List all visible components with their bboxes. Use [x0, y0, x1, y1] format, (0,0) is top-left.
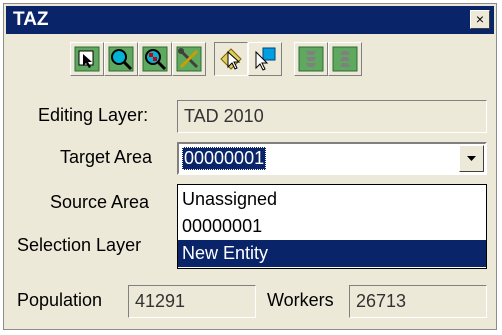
- population-field: 41291: [128, 285, 256, 318]
- stack-up-button[interactable]: [294, 42, 328, 76]
- pointer-select-button[interactable]: [214, 42, 248, 76]
- close-button[interactable]: ×: [470, 10, 490, 29]
- arrow-select-button[interactable]: [248, 42, 282, 76]
- editing-layer-field: TAD 2010: [177, 100, 487, 133]
- chevron-down-icon: [467, 156, 476, 161]
- close-icon: ×: [475, 11, 485, 27]
- selection-layer-label: Selection Layer: [17, 235, 142, 255]
- dropdown-option-00000001[interactable]: 00000001: [178, 213, 486, 240]
- title-bar[interactable]: TAZ ×: [6, 6, 494, 34]
- zoom-layer-button[interactable]: [138, 42, 172, 76]
- population-label: Population: [17, 290, 103, 310]
- window-title: TAZ: [13, 9, 49, 30]
- workers-field: 26713: [349, 285, 487, 318]
- toolbar: [4, 42, 496, 78]
- select-feature-icon: [74, 46, 100, 72]
- zoom-in-icon: [108, 46, 134, 72]
- select-feature-button[interactable]: [70, 42, 104, 76]
- dropdown-option-new-entity[interactable]: New Entity: [178, 240, 486, 267]
- stack-up-icon: [298, 46, 324, 72]
- zoom-in-button[interactable]: [104, 42, 138, 76]
- settings-tools-icon: [176, 46, 202, 72]
- source-area-label: Source Area: [50, 192, 150, 212]
- settings-tools-button[interactable]: [172, 42, 206, 76]
- target-area-value: 00000001: [182, 147, 267, 170]
- dropdown-option-unassigned[interactable]: Unassigned: [178, 186, 486, 213]
- pointer-select-icon: [220, 48, 242, 70]
- target-area-select[interactable]: 00000001: [177, 142, 487, 175]
- editing-layer-label: Editing Layer:: [38, 105, 149, 125]
- workers-label: Workers: [267, 290, 334, 310]
- stack-down-button[interactable]: [328, 42, 362, 76]
- target-area-label: Target Area: [60, 147, 153, 167]
- taz-window: TAZ × Editing Layer: TAD 2010 Target Are…: [3, 3, 497, 330]
- arrow-select-icon: [255, 47, 276, 71]
- stack-down-icon: [332, 46, 358, 72]
- zoom-layer-icon: [142, 46, 168, 72]
- target-area-dropdown-list[interactable]: Unassigned 00000001 New Entity: [177, 184, 487, 269]
- dropdown-button[interactable]: [459, 145, 484, 172]
